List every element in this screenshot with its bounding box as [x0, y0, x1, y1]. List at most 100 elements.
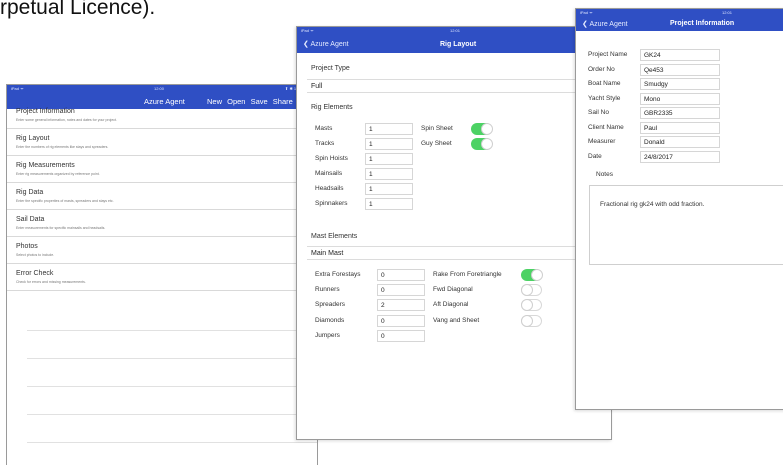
info-field-input[interactable]: Paul	[640, 121, 720, 134]
rig-toggle-label: Guy Sheet	[421, 140, 452, 147]
info-field-input[interactable]: GK24	[640, 49, 720, 61]
info-field-label: Sail No	[588, 109, 609, 116]
toggle-knob	[481, 138, 493, 150]
list-separator	[27, 386, 317, 387]
project-menu-window: iPad ᯤ 12:00 ⬆ ✱ 100 Azure Agent New Ope…	[6, 84, 318, 465]
rig-element-input[interactable]: 1	[365, 153, 413, 165]
menu-item-title: Photos	[16, 243, 38, 250]
list-separator	[27, 414, 317, 415]
project-info-window: iPad ᯤ 12:01 ❮ Azure Agent Project Infor…	[575, 8, 783, 410]
menu-item-title: Error Check	[16, 270, 54, 277]
nav-title: Rig Layout	[440, 41, 477, 48]
rig-element-input[interactable]: 1	[365, 138, 413, 150]
status-time: 12:01	[450, 28, 461, 33]
mast-toggle-switch[interactable]	[521, 315, 542, 327]
rig-toggle-label: Spin Sheet	[421, 125, 453, 132]
menu-item-title: Rig Layout	[16, 135, 50, 142]
nav-title: Project Information	[670, 20, 735, 27]
toggle-knob	[521, 299, 533, 311]
info-field-input[interactable]: Smudgy	[640, 78, 720, 90]
menu-item-rig-measurements[interactable]: Rig Measurements Enter rig measurements o…	[7, 156, 317, 183]
toggle-knob	[521, 284, 533, 296]
rig-element-label: Spin Hoists	[315, 155, 348, 162]
mast-field-input[interactable]: 0	[377, 315, 425, 327]
mast-field-input[interactable]: 0	[377, 284, 425, 296]
back-button[interactable]: ❮ Azure Agent	[582, 20, 628, 28]
mast-toggle-label: Aft Diagonal	[433, 301, 469, 308]
menu-item-rig-data[interactable]: Rig Data Enter the specific properties of…	[7, 183, 317, 210]
mast-toggle-switch[interactable]	[521, 284, 542, 296]
menu-item-title: Project Information	[16, 108, 75, 115]
rig-element-input[interactable]: 1	[365, 168, 413, 180]
project-type-selector[interactable]: Full	[307, 79, 611, 93]
rig-element-label: Masts	[315, 125, 333, 132]
menu-item-title: Rig Data	[16, 189, 44, 196]
info-field-input[interactable]: Donald	[640, 136, 720, 148]
menu-item-title: Rig Measurements	[16, 162, 75, 169]
rig-element-input[interactable]: 1	[365, 123, 413, 135]
notes-header: Notes	[596, 171, 613, 178]
status-time: 12:01	[722, 10, 733, 15]
menu-item-rig-layout[interactable]: Rig Layout Enter the numbers of rig eleme…	[7, 129, 317, 156]
rig-element-input[interactable]: 1	[365, 198, 413, 210]
mast-field-input[interactable]: 0	[377, 269, 425, 281]
caption-text: rpetual Licence).	[0, 0, 156, 19]
info-field-input[interactable]: GBR2335	[640, 107, 720, 119]
nav-bar: iPad ᯤ 12:01 ❮ Azure Agent Rig Layout	[297, 27, 611, 53]
mast-toggle-switch[interactable]	[521, 299, 542, 311]
rig-toggle-switch[interactable]	[471, 138, 493, 150]
mast-field-label: Spreaders	[315, 301, 345, 308]
info-field-input[interactable]: Qe453	[640, 63, 720, 76]
menu-item-title: Sail Data	[16, 216, 45, 223]
info-field-input[interactable]: 24/8/2017	[640, 150, 720, 163]
list-separator	[27, 330, 317, 331]
toggle-knob	[531, 269, 543, 281]
status-carrier: iPad ᯤ	[11, 86, 24, 91]
mast-field-input[interactable]: 0	[377, 330, 425, 342]
menu-item-subtitle: Enter the numbers of rig elements like s…	[16, 145, 109, 149]
status-carrier: iPad ᯤ	[580, 10, 593, 15]
menu-item-subtitle: Enter some general information, notes an…	[16, 118, 117, 122]
rig-element-label: Mainsails	[315, 170, 343, 177]
info-field-label: Order No	[588, 65, 615, 73]
notes-text: Fractional rig gk24 with odd fraction.	[600, 201, 705, 208]
status-time: 12:00	[154, 86, 165, 91]
back-label: Azure Agent	[310, 41, 349, 48]
rig-element-label: Spinnakers	[315, 200, 348, 207]
mast-selector[interactable]: Main Mast	[307, 246, 611, 260]
mast-toggle-switch[interactable]	[521, 269, 543, 281]
menu-item-error-check[interactable]: Error Check Check for errors and missing …	[7, 264, 317, 291]
notes-textarea[interactable]: Fractional rig gk24 with odd fraction.	[589, 185, 783, 265]
back-button[interactable]: ❮ Azure Agent	[303, 40, 349, 48]
mast-field-input[interactable]: 2	[377, 299, 425, 311]
mast-field-label: Diamonds	[315, 317, 345, 324]
back-label: Azure Agent	[589, 21, 628, 28]
mast-field-label: Jumpers	[315, 332, 340, 339]
menu-item-sail-data[interactable]: Sail Data Enter measurements for specific…	[7, 210, 317, 237]
rig-element-input[interactable]: 1	[365, 183, 413, 195]
mast-field-label: Extra Forestays	[315, 271, 361, 278]
chevron-left-icon: ❮	[303, 41, 309, 48]
rig-toggle-switch[interactable]	[471, 123, 493, 135]
mast-toggle-label: Vang and Sheet	[433, 317, 480, 324]
menu-item-project-information[interactable]: Project Information Enter some general in…	[7, 102, 317, 129]
rig-element-label: Headsails	[315, 185, 344, 192]
info-field-label: Measurer	[588, 138, 616, 145]
menu-item-subtitle: Select photos to include.	[16, 253, 55, 257]
info-field-input[interactable]: Mono	[640, 92, 720, 105]
mast-toggle-label: Rake From Foretriangle	[433, 271, 502, 278]
info-field-label: Yacht Style	[588, 94, 621, 102]
toggle-knob	[521, 315, 533, 327]
rig-elements-header: Rig Elements	[311, 104, 353, 111]
toggle-knob	[481, 123, 493, 135]
info-field-label: Project Name	[588, 51, 628, 58]
mast-elements-header: Mast Elements	[311, 233, 358, 240]
list-separator	[27, 358, 317, 359]
info-field-label: Date	[588, 152, 602, 160]
menu-item-photos[interactable]: Photos Select photos to include.	[7, 237, 317, 264]
info-field-label: Boat Name	[588, 80, 621, 87]
project-type-header: Project Type	[311, 65, 350, 72]
menu-item-subtitle: Enter rig measurements organized by refe…	[16, 172, 100, 176]
rig-layout-window: iPad ᯤ 12:01 ❮ Azure Agent Rig Layout Pr…	[296, 26, 612, 440]
mast-field-label: Runners	[315, 286, 340, 293]
